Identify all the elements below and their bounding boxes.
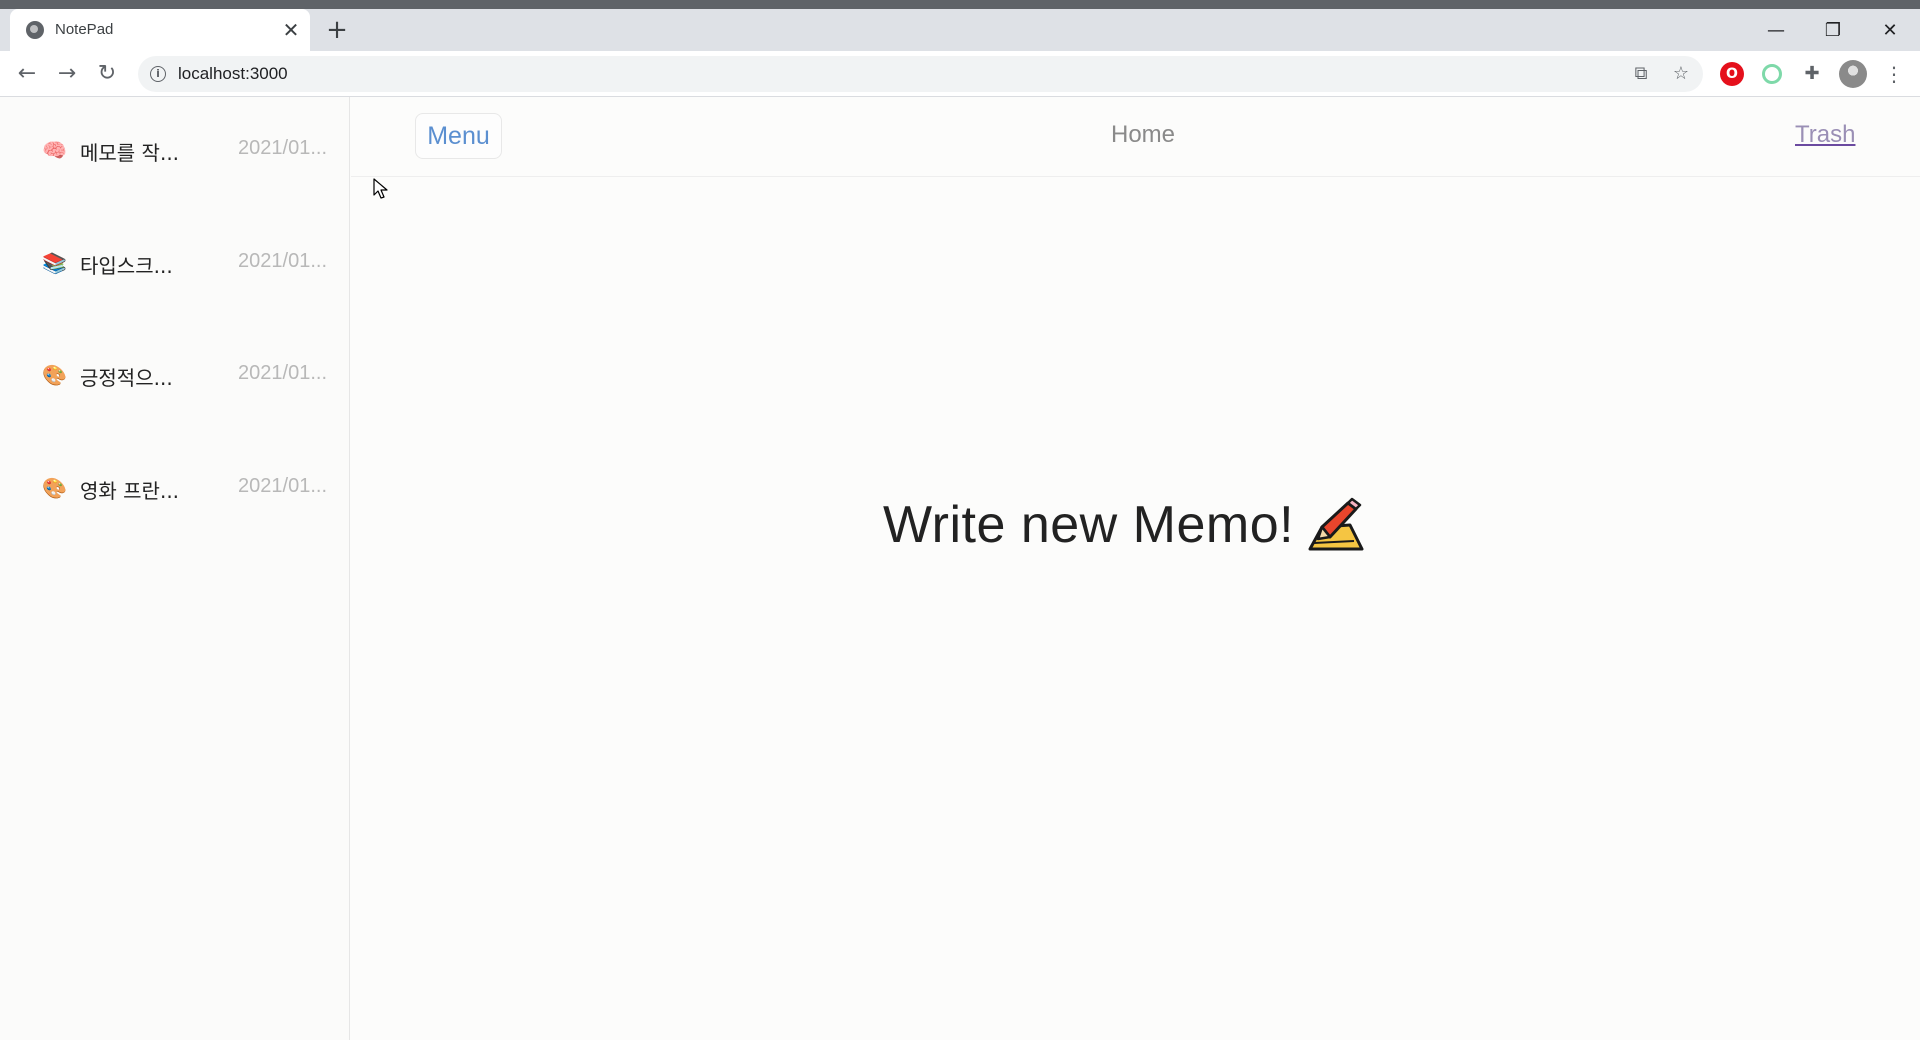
browser-menu-icon[interactable]: ⋮	[1884, 60, 1904, 88]
address-bar[interactable]: i localhost:3000 ⧉ ☆	[138, 56, 1703, 92]
close-window-button[interactable]: ✕	[1870, 17, 1910, 45]
new-tab-button[interactable]: +	[323, 17, 351, 45]
back-button[interactable]: ←	[13, 60, 41, 88]
menu-button[interactable]: Menu	[415, 113, 502, 159]
tab-title: NotePad	[55, 21, 114, 38]
browser-toolbar: ← → ↻ i localhost:3000 ⧉ ☆	[0, 51, 1920, 97]
memo-list-item[interactable]: 🎨 영화 프란... 2021/01...	[0, 469, 349, 509]
memo-date: 2021/01...	[238, 362, 327, 384]
translate-icon[interactable]: ⧉	[1629, 62, 1653, 86]
write-new-memo-hero[interactable]: Write new Memo!	[883, 490, 1366, 560]
url-text[interactable]: localhost:3000	[178, 64, 288, 84]
memo-title: 영화 프란...	[80, 479, 180, 503]
close-tab-icon[interactable]: ✕	[280, 19, 302, 41]
profile-avatar[interactable]	[1839, 60, 1867, 88]
memo-sidebar: 🧠 메모를 작... 2021/01... 📚 타입스크... 2021/01.…	[0, 97, 350, 1040]
window-top-border	[0, 0, 1920, 9]
tab-strip: NotePad ✕ + — ❐ ✕	[0, 9, 1920, 51]
minimize-button[interactable]: —	[1756, 17, 1796, 45]
memo-title: 긍정적으...	[80, 366, 173, 390]
restore-button[interactable]: ❐	[1813, 17, 1853, 45]
memo-list-item[interactable]: 🧠 메모를 작... 2021/01...	[0, 131, 349, 171]
memo-date: 2021/01...	[238, 250, 327, 272]
memo-title: 타입스크...	[80, 254, 173, 278]
trash-link[interactable]: Trash	[1795, 121, 1855, 149]
memo-date: 2021/01...	[238, 475, 327, 497]
books-icon: 📚	[42, 251, 67, 275]
memo-date: 2021/01...	[238, 137, 327, 159]
brain-icon: 🧠	[42, 138, 67, 162]
palette-icon: 🎨	[42, 476, 67, 500]
main-header: Menu Home Trash	[351, 97, 1920, 177]
home-link[interactable]: Home	[1111, 121, 1175, 149]
writing-hand-icon	[1308, 497, 1364, 551]
info-icon[interactable]: i	[150, 66, 166, 82]
bookmark-star-icon[interactable]: ☆	[1669, 62, 1693, 86]
palette-icon: 🎨	[42, 363, 67, 387]
memo-list-item[interactable]: 📚 타입스크... 2021/01...	[0, 244, 349, 284]
memo-title: 메모를 작...	[80, 141, 180, 165]
reload-button[interactable]: ↻	[93, 60, 121, 88]
hero-text: Write new Memo!	[883, 496, 1295, 554]
opera-extension-icon[interactable]: O	[1720, 62, 1744, 86]
tab-notepad[interactable]: NotePad ✕	[10, 9, 310, 51]
memo-list-item[interactable]: 🎨 긍정적으... 2021/01...	[0, 356, 349, 396]
forward-button[interactable]: →	[53, 60, 81, 88]
mouse-cursor-icon	[373, 178, 388, 199]
extension-ring-icon[interactable]	[1762, 64, 1782, 84]
page-viewport: 🧠 메모를 작... 2021/01... 📚 타입스크... 2021/01.…	[0, 97, 1920, 1040]
extensions-puzzle-icon[interactable]: ✚	[1800, 62, 1824, 86]
globe-icon	[26, 21, 44, 39]
